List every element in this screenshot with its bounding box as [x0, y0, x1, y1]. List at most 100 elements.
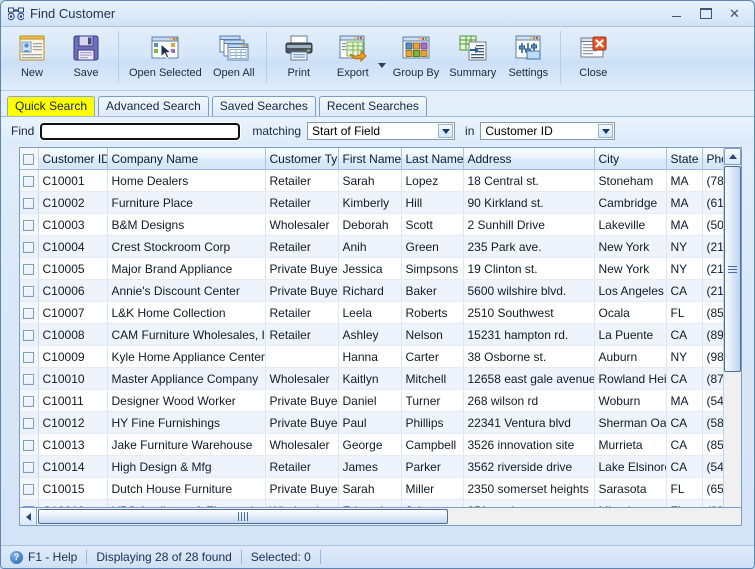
checkbox-icon[interactable]: [23, 461, 35, 473]
vertical-scrollbar[interactable]: [723, 148, 741, 524]
cell-city: Auburn: [594, 345, 667, 368]
open-all-icon: [218, 32, 250, 64]
table-row[interactable]: C10006 Annie's Discount Center Private Buy…: [20, 279, 741, 302]
row-checkbox-cell[interactable]: [20, 345, 39, 368]
toolbar-button-save[interactable]: Save: [59, 27, 113, 79]
table-row[interactable]: C10009 Kyle Home Appliance Center Hanna Car…: [20, 345, 741, 368]
row-checkbox-cell[interactable]: [20, 191, 39, 214]
table-row[interactable]: C10007 L&K Home Collection Retailer Leela Ro…: [20, 301, 741, 324]
row-checkbox-cell[interactable]: [20, 301, 39, 324]
tab-recent-searches[interactable]: Recent Searches: [318, 96, 427, 116]
column-header-city[interactable]: City: [594, 148, 667, 170]
column-header-address[interactable]: Address: [463, 148, 595, 170]
table-row[interactable]: C10001 Home Dealers Retailer Sarah Lopez 18 C…: [20, 169, 741, 192]
toolbar-button-group-by[interactable]: Group By: [388, 27, 444, 79]
scroll-left-button[interactable]: [20, 508, 37, 525]
row-checkbox-cell[interactable]: [20, 455, 39, 478]
row-checkbox-cell[interactable]: [20, 257, 39, 280]
column-header-customer-id[interactable]: Customer ID: [38, 148, 108, 170]
row-checkbox-cell[interactable]: [20, 367, 39, 390]
open-selected-icon: [149, 32, 181, 64]
select-all-header[interactable]: [20, 148, 39, 170]
row-checkbox-cell[interactable]: [20, 213, 39, 236]
tab-advanced-search[interactable]: Advanced Search: [98, 96, 209, 116]
checkbox-icon[interactable]: [23, 307, 35, 319]
row-checkbox-cell[interactable]: [20, 477, 39, 500]
checkbox-icon[interactable]: [23, 351, 35, 363]
column-header-last-name[interactable]: Last Name: [401, 148, 464, 170]
matching-mode-select[interactable]: Start of Field: [307, 122, 456, 140]
vertical-scroll-thumb[interactable]: [724, 166, 741, 372]
table-row[interactable]: C10012 HY Fine Furnishings Private Buyer Pa…: [20, 411, 741, 434]
checkbox-icon[interactable]: [23, 417, 35, 429]
cell-last-name: Simpsons: [401, 257, 464, 280]
table-row[interactable]: C10002 Furniture Place Retailer Kimberly Hil…: [20, 191, 741, 214]
toolbar-button-print[interactable]: Print: [272, 27, 326, 79]
toolbar-button-new[interactable]: New: [5, 27, 59, 79]
search-tabs: Quick Search Advanced Search Saved Searc…: [1, 96, 754, 116]
toolbar-button-open-all[interactable]: Open All: [207, 27, 261, 79]
table-row[interactable]: C10010 Master Appliance Company Wholesaler…: [20, 367, 741, 390]
table-row[interactable]: C10004 Crest Stockroom Corp Retailer Anih Gr…: [20, 235, 741, 258]
toolbar-button-close[interactable]: Close: [566, 27, 620, 79]
cell-address: 15231 hampton rd.: [463, 323, 595, 346]
checkbox-icon[interactable]: [23, 483, 35, 495]
table-row[interactable]: C10015 Dutch House Furniture Private Buyer…: [20, 477, 741, 500]
checkbox-icon[interactable]: [23, 285, 35, 297]
column-header-first-name[interactable]: First Name: [338, 148, 402, 170]
cell-city: Rowland Heights: [594, 367, 667, 390]
checkbox-icon[interactable]: [23, 175, 35, 187]
row-checkbox-cell[interactable]: [20, 235, 39, 258]
checkbox-icon[interactable]: [23, 153, 35, 165]
cell-address: 12658 east gale avenue: [463, 367, 595, 390]
column-header-customer-type[interactable]: Customer Type: [265, 148, 339, 170]
tab-saved-searches[interactable]: Saved Searches: [211, 96, 316, 116]
cell-city: Los Angeles: [594, 279, 667, 302]
cell-customer-type: Wholesaler: [265, 367, 339, 390]
scroll-up-button[interactable]: [724, 148, 741, 165]
search-field-select[interactable]: Customer ID: [480, 122, 616, 140]
table-row[interactable]: C10005 Major Brand Appliance Private Buyer…: [20, 257, 741, 280]
cell-company-name: CAM Furniture Wholesales, Inc.: [107, 323, 266, 346]
results-grid[interactable]: Customer IDCompany NameCustomer TypeFirs…: [19, 147, 742, 525]
table-row[interactable]: C10014 High Design & Mfg Retailer James Park…: [20, 455, 741, 478]
checkbox-icon[interactable]: [23, 329, 35, 341]
toolbar-button-summary[interactable]: Summary: [444, 27, 501, 79]
minimize-button[interactable]: [663, 4, 690, 23]
export-dropdown-arrow-icon[interactable]: [377, 63, 386, 68]
table-row[interactable]: C10013 Jake Furniture Warehouse Wholesaler…: [20, 433, 741, 456]
cell-last-name: Parker: [401, 455, 464, 478]
chevron-down-icon[interactable]: [598, 124, 614, 138]
table-row[interactable]: C10008 CAM Furniture Wholesales, Inc. Reta…: [20, 323, 741, 346]
row-checkbox-cell[interactable]: [20, 279, 39, 302]
checkbox-icon[interactable]: [23, 219, 35, 231]
table-row[interactable]: C10011 Designer Wood Worker Private Buyer D…: [20, 389, 741, 412]
row-checkbox-cell[interactable]: [20, 169, 39, 192]
cell-address: 2510 Southwest: [463, 301, 595, 324]
column-header-state[interactable]: State: [666, 148, 703, 170]
row-checkbox-cell[interactable]: [20, 323, 39, 346]
tab-quick-search[interactable]: Quick Search: [7, 96, 96, 116]
toolbar-button-settings[interactable]: Settings: [501, 27, 555, 79]
chevron-down-icon[interactable]: [438, 124, 454, 138]
checkbox-icon[interactable]: [23, 373, 35, 385]
close-window-button[interactable]: ✕: [721, 4, 748, 23]
search-input[interactable]: [39, 121, 242, 141]
horizontal-scrollbar[interactable]: [19, 507, 742, 526]
table-row[interactable]: C10003 B&M Designs Wholesaler Deborah Scott 2…: [20, 213, 741, 236]
row-checkbox-cell[interactable]: [20, 389, 39, 412]
checkbox-icon[interactable]: [23, 439, 35, 451]
new-customer-icon: [16, 32, 48, 64]
toolbar-button-export[interactable]: Export: [326, 27, 380, 79]
column-header-company-name[interactable]: Company Name: [107, 148, 266, 170]
row-checkbox-cell[interactable]: [20, 411, 39, 434]
help-status[interactable]: ? F1 - Help: [1, 550, 86, 565]
checkbox-icon[interactable]: [23, 395, 35, 407]
checkbox-icon[interactable]: [23, 197, 35, 209]
toolbar-button-open-selected[interactable]: Open Selected: [124, 27, 207, 79]
horizontal-scroll-thumb[interactable]: [38, 509, 448, 524]
maximize-button[interactable]: [692, 4, 719, 23]
row-checkbox-cell[interactable]: [20, 433, 39, 456]
checkbox-icon[interactable]: [23, 241, 35, 253]
checkbox-icon[interactable]: [23, 263, 35, 275]
